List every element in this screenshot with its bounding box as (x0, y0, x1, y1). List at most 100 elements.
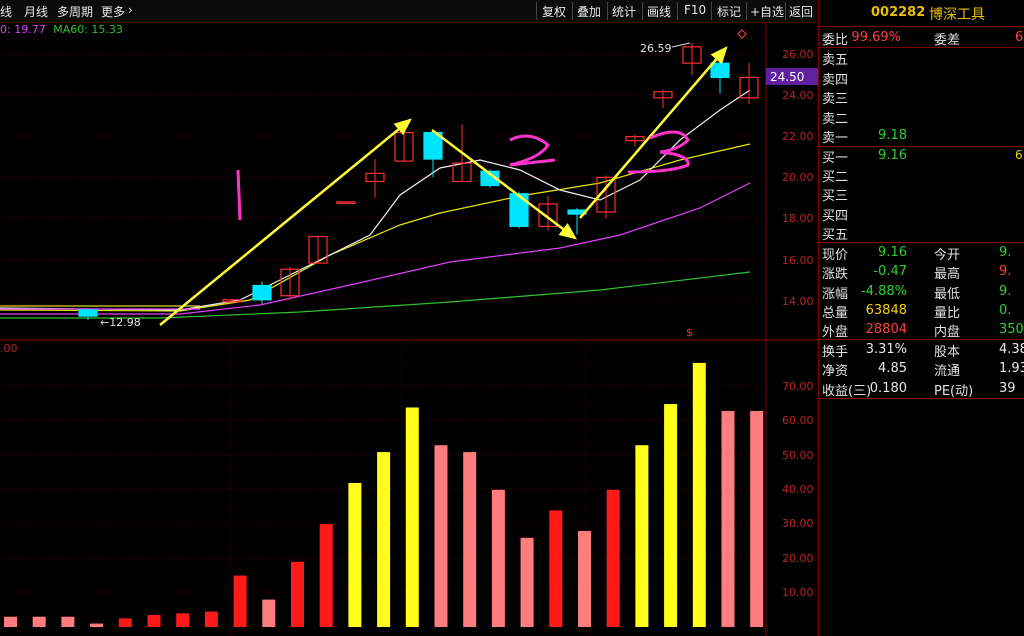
price-tick: 20.00 (782, 171, 814, 184)
row-label: 现价 (822, 248, 849, 263)
row-label-2: 股本 (934, 345, 961, 360)
fin-row: 收益(三) 0.180 PE(动) 39 (819, 379, 1024, 399)
volume-bar (262, 599, 276, 627)
fin-row: 净资 4.85 流通 1.93 (819, 359, 1024, 380)
volume-bar (291, 561, 304, 627)
weibi-row: 委比 99.69% 委差 6 (819, 28, 1024, 48)
row-label: 买四 (822, 208, 849, 224)
row-value-2: 350 (999, 322, 1024, 338)
row-label-2: 最低 (934, 286, 961, 302)
row-label: 卖一 (822, 131, 849, 146)
candle-body (509, 193, 529, 227)
annotations: 26.59 ←12.98 $ (100, 29, 747, 339)
bid-row: 买五 (819, 223, 1024, 243)
stat-row: 总量 63848 量比 0. (819, 301, 1024, 321)
candle-body (78, 309, 98, 317)
row-value-2: 1.93 (999, 361, 1024, 377)
candle-body (336, 201, 356, 204)
row-value: 9.18 (878, 128, 907, 143)
bid-row: 买一 9.16 (819, 146, 1024, 166)
dividend-marker: $ (686, 326, 693, 339)
volume-tick: 60.00 (782, 414, 814, 427)
volume-tick: 20.00 (782, 552, 814, 565)
candle-body (710, 62, 730, 79)
price-tick: 24.00 (782, 89, 814, 102)
stat-row: 现价 9.16 今开 9. (819, 243, 1024, 263)
ask-row: 卖三 (819, 87, 1024, 107)
volume-tick: 70.00 (782, 380, 814, 393)
volume-bar (750, 410, 764, 627)
row-value-2: 4.38 (999, 342, 1024, 357)
volume-tick: 30.00 (782, 517, 814, 530)
row-label: 涨幅 (822, 286, 849, 302)
ask-row: 卖二 (819, 107, 1024, 127)
price-tick: 18.00 (782, 212, 814, 225)
diamond-icon (737, 29, 747, 39)
volume-bar (32, 616, 46, 627)
row-label: 卖三 (822, 92, 849, 107)
volume-bar (664, 404, 678, 627)
volume-bar (635, 445, 649, 627)
row-value: 9.16 (878, 245, 907, 260)
quote-panel: 002282 博深工具 委比 99.69% 委差 6 卖五 卖四 卖三 卖二 卖一 9.1… (818, 0, 1024, 636)
stock-name: 博深工具 (929, 7, 985, 23)
row-value-2: 9. (999, 245, 1012, 260)
ask-row: 卖五 (819, 48, 1024, 68)
row-value: 4.85 (878, 361, 907, 377)
candles (78, 42, 759, 321)
row-label: 卖四 (822, 72, 849, 88)
divider (819, 398, 1024, 399)
ma-line (0, 182, 751, 315)
row-label: 外盘 (822, 325, 849, 341)
volume-bar (520, 537, 534, 627)
row-label: 卖二 (822, 111, 849, 127)
price-tick: 16.00 (782, 254, 814, 267)
row-label-2: 最高 (934, 267, 961, 283)
volume-tick: 10.00 (782, 586, 814, 599)
row-label: 净资 (822, 364, 849, 380)
row-value: -4.88% (861, 283, 907, 299)
row-value: 28804 (865, 322, 907, 338)
volume-bar (377, 452, 391, 627)
row-value: 63848 (865, 302, 907, 318)
moving-averages (0, 89, 751, 319)
volume-bar (176, 613, 190, 627)
row-label: 换手 (822, 345, 849, 360)
volume-bar (204, 611, 218, 627)
volume-bar (606, 489, 620, 627)
volume-bar (319, 524, 333, 627)
volume-unit-label: .00 (0, 342, 18, 355)
volume-bar (463, 452, 477, 627)
volume-bar (578, 530, 591, 627)
ask-row: 卖一 9.18 (819, 126, 1024, 146)
candle-body (252, 284, 272, 301)
volume-bar (4, 616, 17, 627)
ma-line (0, 89, 751, 311)
row-label: 买二 (822, 170, 849, 186)
bid-row: 买三 (819, 184, 1024, 204)
volume-bar (90, 623, 104, 627)
volume-bar (491, 489, 505, 627)
price-tick: 26.00 (782, 48, 814, 61)
row-label: 买一 (822, 151, 849, 166)
weicha-value: 6 (1015, 30, 1024, 45)
high-price-label: 26.59 (640, 42, 672, 55)
row-label-2: 内盘 (934, 325, 961, 341)
row-value: -0.47 (873, 264, 907, 280)
current-price-label: 24.50 (770, 70, 804, 84)
row-label-2: 量比 (934, 305, 961, 321)
row-label-2: 今开 (934, 248, 961, 263)
kline-chart[interactable]: 26.00 24.00 22.00 20.00 18.00 16.00 14.00 24.50… (0, 0, 818, 636)
volume-tick: 50.00 (782, 449, 814, 462)
row-value-2: 9. (999, 264, 1012, 280)
weibi-label: 委比 (822, 33, 849, 48)
volume-bar (721, 410, 735, 627)
trend-arrow (579, 46, 728, 219)
stat-row: 涨跌 -0.47 最高 9. (819, 262, 1024, 283)
ask-row: 卖四 (819, 68, 1024, 88)
volume-bar (147, 614, 161, 627)
row-label-2: PE(动) (934, 383, 974, 399)
row-value: 3.31% (865, 342, 907, 357)
row-value: 0.180 (869, 380, 907, 396)
row-value-2: 39 (999, 380, 1016, 396)
